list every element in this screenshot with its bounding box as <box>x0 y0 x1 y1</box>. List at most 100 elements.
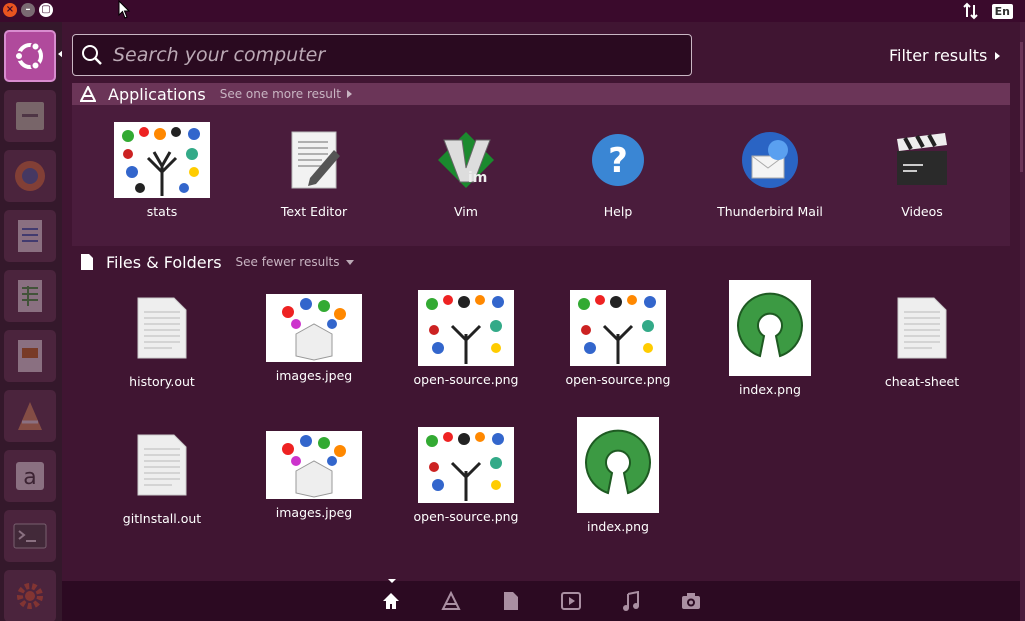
caret-down-icon <box>345 259 354 265</box>
video-lens-icon[interactable] <box>561 591 581 611</box>
image-thumbnail <box>418 427 514 503</box>
file-item-index-png[interactable]: index.png <box>694 280 846 397</box>
file-item-history-out[interactable]: history.out <box>86 288 238 389</box>
file-cabinet-icon <box>16 102 44 130</box>
file-item-open-source-png[interactable]: open-source.png <box>390 288 542 387</box>
lens-bar <box>62 579 1020 621</box>
file-item-open-source-png-3[interactable]: open-source.png <box>390 425 542 524</box>
launcher-calc[interactable] <box>4 270 56 322</box>
window-controls: × – ▢ <box>3 3 53 17</box>
image-thumbnail <box>418 290 514 366</box>
filter-results-button[interactable]: Filter results <box>889 46 1001 65</box>
open-source-logo <box>729 280 811 376</box>
help-icon: ? <box>580 122 656 198</box>
launcher-impress[interactable] <box>4 330 56 382</box>
file-label: index.png <box>587 519 649 534</box>
launcher-firefox[interactable] <box>4 150 56 202</box>
file-item-images-jpeg[interactable]: images.jpeg <box>238 288 390 383</box>
maximize-button[interactable]: ▢ <box>39 3 53 17</box>
vim-icon: im <box>428 122 504 198</box>
app-label: stats <box>146 204 178 219</box>
photo-lens-icon[interactable] <box>681 591 701 611</box>
presentation-icon <box>18 340 42 372</box>
search-input[interactable] <box>113 44 691 66</box>
see-fewer-results-link[interactable]: See fewer results <box>236 255 354 269</box>
app-item-stats[interactable]: stats <box>86 122 238 219</box>
caret-right-icon <box>346 90 352 98</box>
see-more-results-link[interactable]: See one more result <box>220 87 352 101</box>
text-file-icon <box>114 425 210 505</box>
app-label: Text Editor <box>280 204 348 219</box>
active-lens-indicator <box>388 579 396 583</box>
panel-indicators: En <box>962 2 1013 20</box>
launcher-files[interactable] <box>4 90 56 142</box>
firefox-icon <box>15 161 45 191</box>
spreadsheet-icon <box>18 280 42 312</box>
file-item-cheat-sheet[interactable]: cheat-sheet <box>846 288 998 389</box>
keyboard-layout-indicator[interactable]: En <box>991 3 1013 19</box>
minimize-button[interactable]: – <box>21 3 35 17</box>
applications-lens-icon[interactable] <box>441 591 461 611</box>
search-icon <box>82 45 102 65</box>
amazon-icon: a <box>16 462 44 490</box>
file-item-images-jpeg-2[interactable]: images.jpeg <box>238 425 390 520</box>
open-source-collage-icon <box>114 122 210 198</box>
file-label: index.png <box>739 382 801 397</box>
terminal-icon <box>13 523 47 549</box>
scrollbar-thumb[interactable] <box>1020 42 1023 172</box>
app-item-vim[interactable]: im Vim <box>390 122 542 219</box>
file-label: open-source.png <box>565 372 671 387</box>
launcher: a <box>0 22 62 621</box>
launcher-amazon[interactable]: a <box>4 450 56 502</box>
mouse-pointer-icon <box>118 0 131 19</box>
home-lens-icon[interactable] <box>381 591 401 611</box>
network-icon[interactable] <box>962 2 980 20</box>
file-label: cheat-sheet <box>884 374 960 389</box>
launcher-terminal[interactable] <box>4 510 56 562</box>
file-category-icon <box>81 254 93 270</box>
thunderbird-icon <box>732 122 808 198</box>
caret-right-icon <box>995 51 1001 60</box>
see-fewer-label: See fewer results <box>235 255 340 269</box>
app-label: Thunderbird Mail <box>717 204 823 219</box>
file-item-open-source-png-2[interactable]: open-source.png <box>542 288 694 387</box>
app-item-thunderbird[interactable]: Thunderbird Mail <box>694 122 846 219</box>
file-item-gitinstall-out[interactable]: gitInstall.out <box>86 425 238 526</box>
text-editor-icon <box>276 122 352 198</box>
files-title: Files & Folders <box>106 252 222 272</box>
filter-results-label: Filter results <box>889 46 988 65</box>
close-button[interactable]: × <box>3 3 17 17</box>
clapperboard-icon <box>884 122 960 198</box>
dash-scrollbar[interactable] <box>1020 22 1025 621</box>
file-label: history.out <box>129 374 195 389</box>
file-label: gitInstall.out <box>122 511 202 526</box>
launcher-settings[interactable] <box>4 570 56 621</box>
file-label: images.jpeg <box>275 368 353 383</box>
see-more-label: See one more result <box>219 87 341 101</box>
dash-home-button[interactable] <box>4 30 56 82</box>
file-label: images.jpeg <box>275 505 353 520</box>
gear-icon <box>17 583 43 609</box>
launcher-writer[interactable] <box>4 210 56 262</box>
search-box[interactable] <box>72 34 692 76</box>
text-file-icon <box>114 288 210 368</box>
app-item-text-editor[interactable]: Text Editor <box>238 122 390 219</box>
app-label: Vim <box>454 204 478 219</box>
app-item-videos[interactable]: Videos <box>846 122 998 219</box>
image-thumbnail <box>266 431 362 499</box>
applications-title: Applications <box>108 84 206 104</box>
svg-text:a: a <box>23 465 36 490</box>
svg-text:?: ? <box>608 141 628 181</box>
applications-header: Applications See one more result <box>72 83 1010 105</box>
app-item-help[interactable]: ? Help <box>542 122 694 219</box>
launcher-software-center[interactable] <box>4 390 56 442</box>
image-thumbnail <box>570 290 666 366</box>
file-label: open-source.png <box>413 509 519 524</box>
svg-text:im: im <box>468 170 487 186</box>
applications-category-icon <box>80 86 96 102</box>
text-file-icon <box>874 288 970 368</box>
file-item-index-png-2[interactable]: index.png <box>542 417 694 534</box>
files-lens-icon[interactable] <box>501 591 521 611</box>
image-thumbnail <box>266 294 362 362</box>
music-lens-icon[interactable] <box>621 591 641 611</box>
